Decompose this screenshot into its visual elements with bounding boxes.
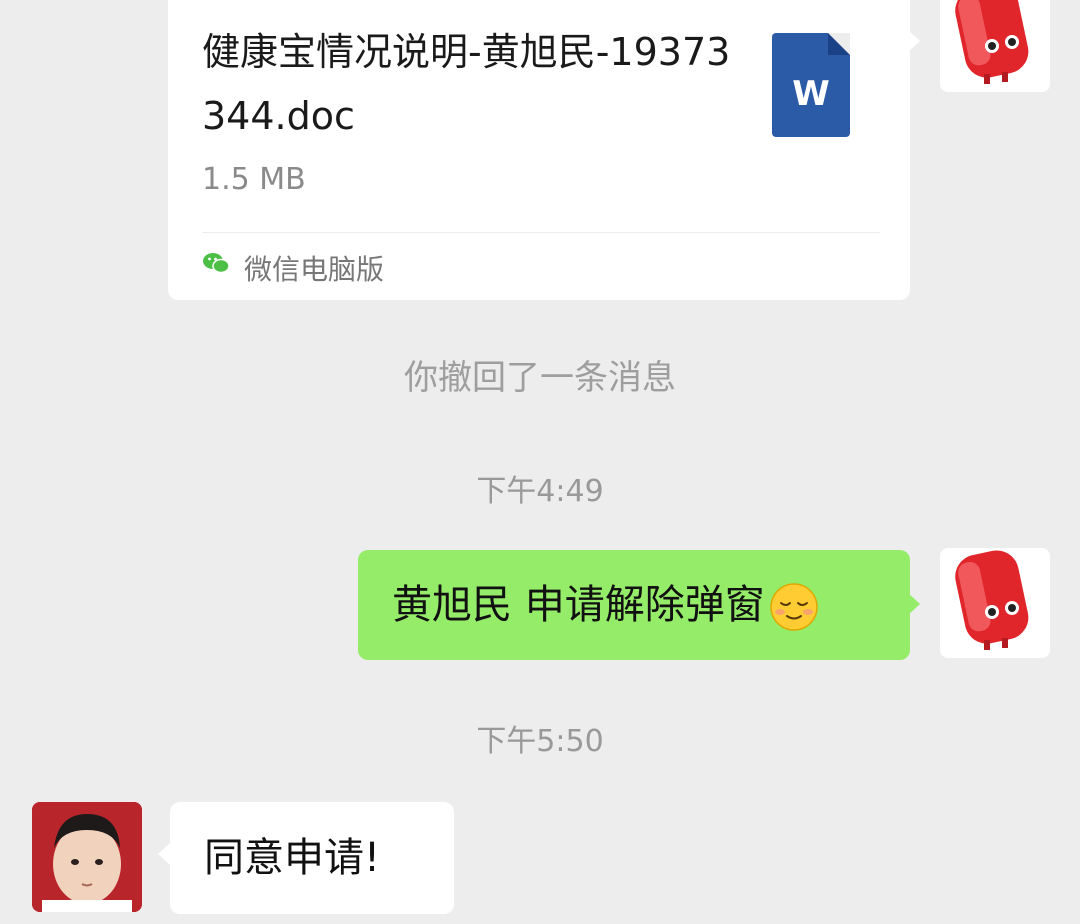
- file-size: 1.5 MB: [202, 162, 306, 197]
- red-can-mascot-icon: [955, 550, 1029, 650]
- file-name: 健康宝情况说明-黄旭民-19373344.doc: [202, 30, 731, 138]
- file-bubble-tail: [908, 30, 920, 52]
- wechat-logo-icon: [203, 253, 230, 274]
- word-doc-icon: W: [772, 33, 850, 137]
- card-divider: [202, 232, 880, 233]
- baby-photo-avatar: [32, 802, 142, 912]
- sent-message-bubble[interactable]: 黄旭民 申请解除弹窗: [358, 550, 910, 660]
- sent-message-content: 黄旭民 申请解除弹窗: [392, 550, 819, 660]
- received-message-text: 同意申请!: [204, 835, 381, 881]
- sender-avatar[interactable]: [940, 548, 1050, 658]
- sent-bubble-tail: [908, 593, 920, 615]
- file-message-card[interactable]: 健康宝情况说明-黄旭民-19373344.doc 1.5 MB W 微信电脑版: [168, 0, 910, 300]
- source-label: 微信电脑版: [244, 253, 385, 286]
- sender-avatar[interactable]: [940, 0, 1050, 92]
- timestamp: 下午4:49: [476, 474, 604, 509]
- timestamp: 下午5:50: [476, 724, 604, 759]
- relieved-face-emoji: [769, 583, 818, 631]
- doc-type-letter: W: [792, 74, 830, 114]
- red-can-mascot-icon: [955, 0, 1029, 84]
- received-message-bubble[interactable]: 同意申请!: [170, 802, 454, 914]
- recall-notice: 你撤回了一条消息: [404, 358, 676, 398]
- sent-message-text: 黄旭民 申请解除弹窗: [392, 582, 765, 628]
- receiver-avatar[interactable]: [32, 802, 142, 912]
- received-bubble-tail: [158, 843, 170, 865]
